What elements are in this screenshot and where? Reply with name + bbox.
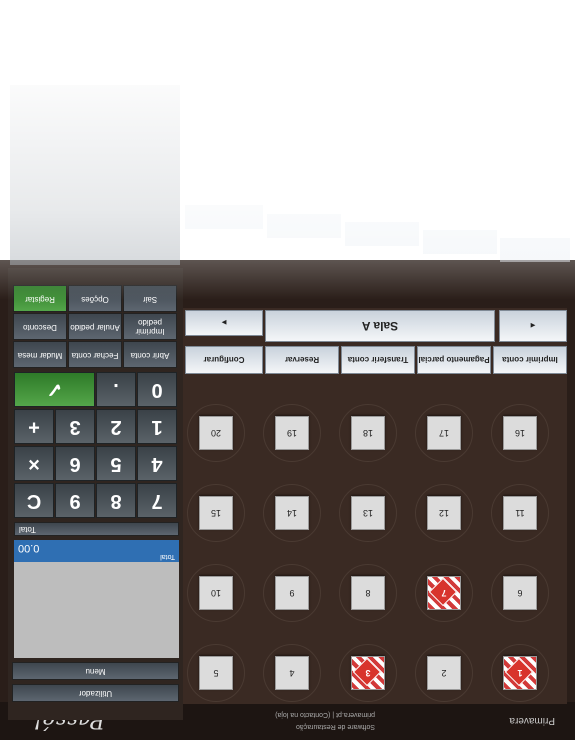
table-7[interactable]: 7	[427, 576, 461, 610]
ghost-tab-3	[345, 222, 419, 246]
table-number: 18	[363, 428, 374, 438]
keypad-key-3[interactable]: C	[14, 483, 54, 518]
side-button-1[interactable]: Fechar conta	[68, 341, 122, 368]
table-18[interactable]: 18	[351, 416, 385, 450]
table-number: 9	[289, 588, 295, 598]
keypad-key-2[interactable]: 9	[55, 483, 95, 518]
keypad-key-11[interactable]: +	[14, 409, 54, 444]
footer-line-2: primavera.pt | (Contacto na loja)	[275, 711, 375, 718]
table-number: 15	[211, 508, 222, 518]
side-button-4[interactable]: Anular pedido	[68, 313, 122, 340]
table-number: 13	[363, 508, 374, 518]
keypad-key-12[interactable]: 0	[137, 372, 177, 407]
ghost-tab-5	[500, 238, 570, 262]
reprint-ticket-button[interactable]: Imprimir conta	[493, 346, 567, 374]
ghost-tab-2	[267, 214, 341, 238]
table-11[interactable]: 11	[503, 496, 537, 530]
table-20[interactable]: 20	[199, 416, 233, 450]
keypad-key-6[interactable]: 6	[55, 446, 95, 481]
table-number: 3	[365, 668, 371, 678]
reserve-button[interactable]: Reservar	[265, 346, 339, 374]
table-19[interactable]: 19	[275, 416, 309, 450]
transfer-account-button[interactable]: Transferir conta	[341, 346, 415, 374]
total-label: Total	[160, 553, 175, 560]
footer-line-1: Software de Restauração	[296, 723, 375, 730]
table-number: 4	[289, 668, 295, 678]
table-number: 6	[517, 588, 523, 598]
table-number: 14	[287, 508, 298, 518]
keypad-key-13[interactable]: .	[96, 372, 136, 407]
next-room-button[interactable]: ◄	[499, 310, 567, 342]
prev-room-button[interactable]: ►	[185, 310, 263, 336]
table-number: 8	[365, 588, 371, 598]
keypad-key-0[interactable]: 7	[137, 483, 177, 518]
table-2[interactable]: 2	[427, 656, 461, 690]
keypad-key-14[interactable]: ✓	[14, 372, 95, 407]
table-number: 11	[515, 508, 525, 518]
table-12[interactable]: 12	[427, 496, 461, 530]
table-number: 16	[515, 428, 526, 438]
subtotal-bar: Total	[14, 522, 179, 536]
total-value: 0.00	[18, 542, 40, 554]
table-number: 1	[517, 668, 523, 678]
configure-button[interactable]: Configurar	[185, 346, 263, 374]
keypad-key-10[interactable]: 3	[55, 409, 95, 444]
keypad-key-4[interactable]: 4	[137, 446, 177, 481]
vendor-logo: Primavera	[509, 715, 555, 726]
table-number: 12	[439, 508, 450, 518]
room-name: Sala A	[265, 310, 495, 342]
keypad-key-8[interactable]: 1	[137, 409, 177, 444]
ghost-keypad	[10, 85, 180, 265]
table-14[interactable]: 14	[275, 496, 309, 530]
keypad-key-1[interactable]: 8	[96, 483, 136, 518]
table-10[interactable]: 10	[199, 576, 233, 610]
table-number: 2	[441, 668, 447, 678]
side-button-3[interactable]: Imprimir pedido	[123, 313, 177, 340]
menu-button[interactable]: Menu	[12, 662, 179, 680]
table-number: 20	[211, 428, 222, 438]
side-button-5[interactable]: Desconto	[13, 313, 67, 340]
table-number: 19	[287, 428, 298, 438]
table-15[interactable]: 15	[199, 496, 233, 530]
table-number: 5	[213, 668, 219, 678]
partial-payment-button[interactable]: Pagamento parcial	[417, 346, 491, 374]
order-list	[14, 558, 179, 658]
table-1[interactable]: 1	[503, 656, 537, 690]
user-select[interactable]: Utilizador	[12, 684, 179, 702]
side-button-2[interactable]: Mudar mesa	[13, 341, 67, 368]
table-6[interactable]: 6	[503, 576, 537, 610]
table-17[interactable]: 17	[427, 416, 461, 450]
keypad-key-7[interactable]: ×	[14, 446, 54, 481]
table-4[interactable]: 4	[275, 656, 309, 690]
keypad-key-5[interactable]: 5	[96, 446, 136, 481]
table-number: 7	[441, 588, 447, 598]
table-number: 17	[439, 428, 450, 438]
table-8[interactable]: 8	[351, 576, 385, 610]
table-3[interactable]: 3	[351, 656, 385, 690]
ghost-tab-1	[185, 205, 263, 229]
table-number: 10	[211, 588, 222, 598]
reflection	[0, 0, 575, 300]
table-5[interactable]: 5	[199, 656, 233, 690]
side-button-0[interactable]: Abrir conta	[123, 341, 177, 368]
ghost-tab-4	[423, 230, 497, 254]
table-13[interactable]: 13	[351, 496, 385, 530]
screenshot-stage: Passé! Primavera Software de Restauração…	[0, 0, 575, 740]
keypad-key-9[interactable]: 2	[96, 409, 136, 444]
table-9[interactable]: 9	[275, 576, 309, 610]
total-display: Total 0.00	[14, 540, 179, 562]
table-16[interactable]: 16	[503, 416, 537, 450]
